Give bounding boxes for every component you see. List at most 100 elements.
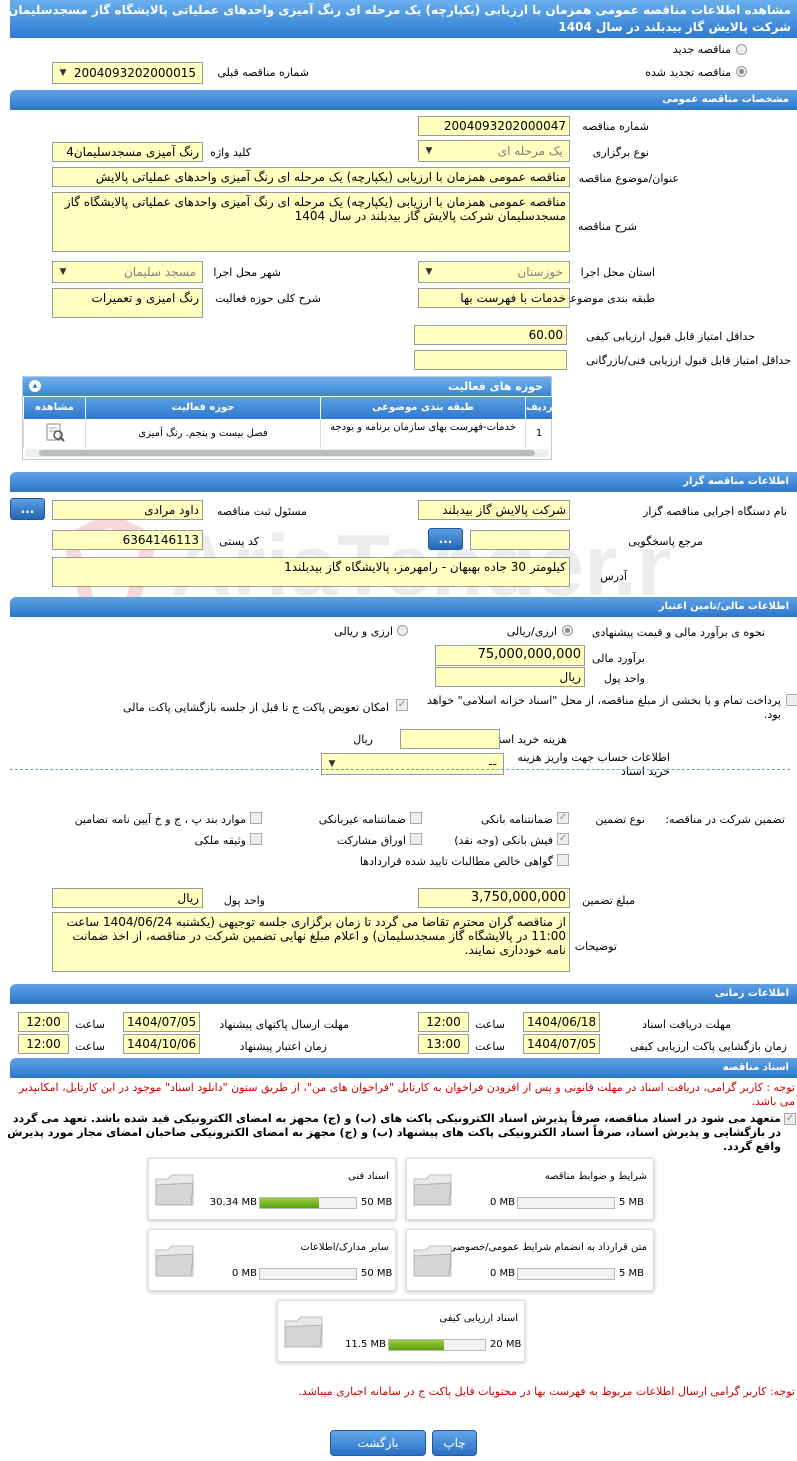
- nonbank-guarantee-checkbox[interactable]: [410, 812, 422, 824]
- activity-grid-title-text: حوزه های فعالیت: [448, 380, 543, 393]
- guarantee-amount-label: مبلغ تضمین: [582, 894, 635, 907]
- bonds-checkbox[interactable]: [410, 833, 422, 845]
- doc-box-max: 50 MB: [361, 1268, 393, 1279]
- tender-number-field: 2004093202000047: [418, 116, 570, 136]
- doc-box-current: 11.5 MB: [345, 1339, 386, 1350]
- rial-radio[interactable]: [562, 625, 573, 636]
- guarantee-currency-field: ریال: [52, 888, 203, 908]
- page-title-line2: شرکت پالایش گاز بیدبلند در سال 1404: [558, 20, 791, 34]
- doc-box-progress-fill: [260, 1198, 319, 1208]
- bank-guarantee-label: ضمانتنامه بانکی: [480, 813, 553, 826]
- doc-box-conditions[interactable]: شرایط و ضوابط مناقصه 0 MB 5 MB: [406, 1158, 654, 1220]
- account-select[interactable]: ▼ --: [321, 753, 504, 775]
- category-field: خدمات با فهرست بها: [418, 288, 570, 308]
- clause-items-label: موارد بند پ ، ج و خ آیین نامه تضامین: [74, 813, 246, 826]
- subject-label: عنوان/موضوع مناقصه: [578, 172, 679, 185]
- holding-type-value: یک مرحله ای: [497, 144, 563, 158]
- doc-box-title: متن قرارداد به انضمام شرایط عمومی/خصوصی: [448, 1242, 647, 1253]
- renewed-tender-label: مناقصه تجدید شده: [645, 66, 731, 79]
- treasury-checkbox[interactable]: [786, 694, 797, 706]
- activity-desc-label: شرح کلی حوزه فعالیت: [215, 292, 321, 305]
- net-claims-checkbox[interactable]: [557, 854, 569, 866]
- row-index: 1: [525, 419, 552, 449]
- row-category: خدمات-فهرست بهای سازمان برنامه و بودجه: [320, 419, 525, 449]
- doc-box-technical[interactable]: اسناد فنی 30.34 MB 50 MB: [148, 1158, 396, 1220]
- doc-box-title: شرایط و ضوابط مناقصه: [544, 1171, 647, 1182]
- col-category: طبقه بندی موضوعی: [320, 397, 525, 419]
- min-tech-field: [414, 350, 567, 370]
- bank-receipt-label: فیش بانکی (وجه نقد): [454, 834, 553, 847]
- doc-box-title: سایر مدارک/اطلاعات: [300, 1242, 389, 1253]
- doc-box-progress: [259, 1268, 357, 1280]
- doc-deadline-time: 12:00: [418, 1012, 469, 1032]
- commit-checkbox[interactable]: ✓: [784, 1113, 796, 1125]
- open-time: 13:00: [418, 1034, 469, 1054]
- prev-tender-select[interactable]: ▼ 2004093202000015: [52, 62, 203, 84]
- min-quality-label: حداقل امتیاز قابل قبول ارزیابی کیفی: [586, 330, 755, 343]
- collapse-icon[interactable]: ▴: [29, 380, 41, 392]
- holding-type-label: نوع برگزاری: [592, 146, 649, 159]
- doc-box-other[interactable]: سایر مدارک/اطلاعات 0 MB 50 MB: [148, 1229, 396, 1291]
- page-header: مشاهده اطلاعات مناقصه عمومی همزمان با ار…: [10, 0, 797, 38]
- clause-items-checkbox[interactable]: [250, 812, 262, 824]
- subject-field: مناقصه عمومی همزمان با ارزیابی (یکپارچه)…: [52, 167, 570, 187]
- activity-grid: حوزه های فعالیت ▴ ردیف طبقه بندی موضوعی …: [22, 376, 553, 460]
- doc-box-progress-fill: [389, 1340, 445, 1350]
- province-select[interactable]: ▼ خوزستان: [418, 261, 570, 283]
- estimate-amount-field: 75,000,000,000: [435, 645, 585, 666]
- guarantee-notes-field: از مناقصه گران محترم تقاضا می گردد تا زم…: [52, 912, 570, 972]
- category-label: طبقه بندی موضوعی: [561, 292, 655, 305]
- back-button[interactable]: بازگشت: [330, 1430, 426, 1456]
- chevron-down-icon: ▼: [59, 267, 67, 277]
- org-field: شرکت پالایش گاز بیدبلند: [418, 500, 570, 520]
- docs-note1: توجه : کاربر گرامی، دریافت اسناد در مهلت…: [18, 1081, 795, 1108]
- docs-note2: توجه: کاربر گرامی ارسال اطلاعات مربوط به…: [298, 1385, 795, 1398]
- print-button[interactable]: چاپ: [432, 1430, 477, 1456]
- doc-box-current: 30.34 MB: [209, 1197, 257, 1208]
- province-value: خوزستان: [517, 265, 563, 279]
- doc-cost-unit: ریال: [353, 733, 373, 746]
- view-details-icon[interactable]: [44, 422, 66, 444]
- guarantee-amount-field: 3,750,000,000: [418, 888, 570, 908]
- new-tender-radio[interactable]: [736, 44, 747, 55]
- col-field: حوزه فعالیت: [85, 397, 320, 419]
- validity-time-label: ساعت: [75, 1040, 105, 1053]
- fx-rial-radio[interactable]: [397, 625, 408, 636]
- row-field: فصل بیست و پنجم. رنگ آمیزی: [85, 419, 320, 449]
- folder-icon: [413, 1174, 452, 1206]
- doc-box-title: اسناد فنی: [348, 1171, 389, 1182]
- doc-deadline-date: 1404/06/18: [523, 1012, 600, 1032]
- postal-field: 6364146113: [52, 530, 203, 550]
- guarantee-title: تضمین شرکت در مناقصه:: [665, 813, 785, 826]
- city-select[interactable]: ▼ مسجد سلیمان: [52, 261, 203, 283]
- holding-type-select[interactable]: ▼ یک مرحله ای: [418, 140, 570, 162]
- city-label: شهر محل اجرا: [213, 266, 281, 279]
- guarantee-notes-label: توضیحات: [574, 940, 617, 953]
- estimate-amount-label: برآورد مالی: [592, 652, 645, 665]
- validity-date: 1404/10/06: [123, 1034, 200, 1054]
- city-value: مسجد سلیمان: [123, 265, 196, 279]
- property-checkbox[interactable]: [250, 833, 262, 845]
- section-timing: اطلاعات زمانی: [10, 984, 797, 1004]
- responsible-lookup-button[interactable]: ...: [10, 498, 45, 520]
- ref-label: مرجع پاسخگویی: [628, 535, 703, 548]
- grid-scrollbar[interactable]: [25, 449, 549, 457]
- bank-guarantee-checkbox[interactable]: ✓: [557, 812, 569, 824]
- doc-box-quality[interactable]: اسناد ارزیابی کیفی 11.5 MB 20 MB: [277, 1300, 525, 1362]
- send-deadline-time: 12:00: [18, 1012, 69, 1032]
- doc-box-progress: [388, 1339, 486, 1351]
- responsible-label: مسئول ثبت مناقصه: [216, 505, 307, 518]
- doc-box-max: 50 MB: [361, 1197, 393, 1208]
- ref-lookup-button[interactable]: ...: [428, 528, 463, 550]
- currency-field: ریال: [435, 667, 585, 687]
- doc-box-contract[interactable]: متن قرارداد به انضمام شرایط عمومی/خصوصی …: [406, 1229, 654, 1291]
- doc-box-title: اسناد ارزیابی کیفی: [439, 1313, 518, 1324]
- account-label: اطلاعات حساب جهت واریز هزینه خرید اسناد: [517, 751, 670, 778]
- renewed-tender-radio[interactable]: [736, 66, 747, 77]
- doc-box-current: 0 MB: [489, 1268, 515, 1279]
- guarantee-currency-label: واحد پول: [223, 894, 265, 907]
- swap-checkbox[interactable]: ✓: [396, 699, 408, 711]
- bank-receipt-checkbox[interactable]: ✓: [557, 833, 569, 845]
- tender-number-label: شماره مناقصه: [582, 120, 649, 133]
- guarantee-type-label: نوع تضمین: [595, 813, 645, 826]
